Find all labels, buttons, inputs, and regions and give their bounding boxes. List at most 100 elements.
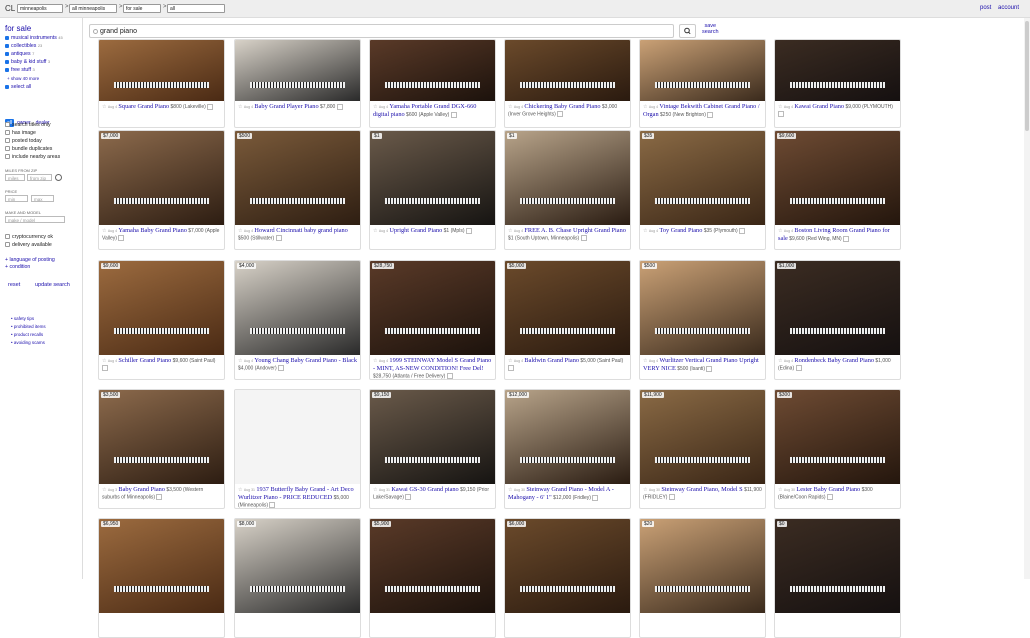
listing-card[interactable]: $4,000 ☆ Aug 4 Young Chang Baby Grand Pia…: [234, 260, 361, 380]
hide-icon[interactable]: [278, 365, 285, 371]
update-search-button[interactable]: update search: [35, 282, 70, 288]
option-bundle-duplicates[interactable]: bundle duplicates: [5, 146, 52, 152]
checkbox-checked[interactable]: [5, 84, 9, 89]
search-input[interactable]: grand piano: [89, 24, 674, 38]
area-select[interactable]: all minneapolis: [69, 4, 117, 13]
subcategory-select[interactable]: all: [167, 4, 225, 13]
listing-photo[interactable]: [775, 519, 900, 613]
hide-icon[interactable]: [446, 373, 453, 379]
listing-photo[interactable]: [370, 390, 495, 484]
search-button[interactable]: [679, 24, 696, 38]
favorite-star-icon[interactable]: ☆: [508, 487, 512, 493]
listing-title-link[interactable]: Baby Grand Player Piano: [254, 103, 318, 110]
listing-photo[interactable]: [775, 261, 900, 355]
listing-card[interactable]: ☆ Aug 4 Vintage Bekwith Cabinet Grand Pi…: [639, 39, 766, 128]
hide-icon[interactable]: [336, 103, 343, 110]
listing-photo[interactable]: [640, 519, 765, 613]
listing-photo[interactable]: [235, 519, 360, 613]
option-delivery[interactable]: delivery available: [5, 242, 52, 248]
page-scrollbar[interactable]: [1024, 18, 1030, 579]
favorite-star-icon[interactable]: ☆: [778, 358, 782, 364]
listing-card[interactable]: $6,950: [98, 518, 225, 638]
listing-photo[interactable]: [235, 40, 360, 101]
listing-photo[interactable]: [235, 131, 360, 225]
avoiding-scams-link[interactable]: • avoiding scams: [11, 340, 45, 345]
listing-photo[interactable]: [640, 390, 765, 484]
listing-title-link[interactable]: FREE A. B. Chase Upright Grand Piano: [524, 227, 625, 234]
listing-photo[interactable]: [640, 131, 765, 225]
language-link[interactable]: + language of posting: [5, 257, 55, 263]
craigslist-logo[interactable]: CL: [5, 4, 15, 13]
hide-icon[interactable]: [557, 111, 564, 117]
option-nearby-areas[interactable]: include nearby areas: [5, 154, 60, 160]
checkbox[interactable]: [5, 234, 10, 240]
post-link[interactable]: post: [980, 5, 991, 11]
listing-photo[interactable]: [640, 40, 765, 101]
listing-photo[interactable]: [99, 390, 224, 484]
category-select[interactable]: for sale: [123, 4, 161, 13]
checkbox-checked[interactable]: [5, 35, 9, 40]
hide-icon[interactable]: [707, 111, 714, 118]
select-all[interactable]: select all: [5, 84, 31, 90]
listing-title-link[interactable]: Upright Grand Piano: [389, 227, 442, 234]
listing-title-link[interactable]: Yamaha Baby Grand Piano: [118, 227, 186, 234]
listing-title-link[interactable]: Young Chang Baby Grand Piano - Black: [254, 357, 357, 364]
listing-card[interactable]: $300 ☆ Aug 30 Lester Baby Grand Piano $30…: [774, 389, 901, 509]
listing-photo[interactable]: [505, 40, 630, 101]
listing-card[interactable]: $500 ☆ Aug 4 Wurlitzer Vertical Grand Pia…: [639, 260, 766, 380]
listing-card[interactable]: ☆ Aug 4 Square Grand Piano $800 (Lakevil…: [98, 39, 225, 128]
listing-photo[interactable]: [775, 390, 900, 484]
zip-input[interactable]: from zip: [27, 174, 52, 181]
favorite-star-icon[interactable]: ☆: [778, 104, 782, 110]
hide-icon[interactable]: [275, 235, 282, 241]
listing-photo[interactable]: [235, 390, 360, 484]
listing-title-link[interactable]: Kawai GS-30 Grand piano: [391, 486, 458, 493]
favorite-star-icon[interactable]: ☆: [238, 358, 242, 364]
favorite-star-icon[interactable]: ☆: [643, 228, 647, 234]
listing-photo[interactable]: [775, 131, 900, 225]
listing-photo[interactable]: [99, 131, 224, 225]
listing-card[interactable]: $7,000 ☆ Aug 4 Yamaha Baby Grand Piano $7…: [98, 130, 225, 250]
scrollbar-thumb[interactable]: [1025, 21, 1029, 131]
listing-photo[interactable]: [640, 261, 765, 355]
show-more-link[interactable]: + show 40 more: [7, 76, 39, 81]
listing-card[interactable]: $1 ☆ Aug 4 Upright Grand Piano $1 (Mpls): [369, 130, 496, 250]
miles-input[interactable]: miles: [5, 174, 25, 181]
favorite-star-icon[interactable]: ☆: [373, 104, 377, 110]
listing-card[interactable]: ☆ Aug 31 1937 Butterfly Baby Grand - Art…: [234, 389, 361, 509]
favorite-star-icon[interactable]: ☆: [102, 104, 106, 110]
listing-card[interactable]: $11,900 ☆ Aug 30 Steinway Grand Piano, Mo…: [639, 389, 766, 509]
listing-title-link[interactable]: Kawai Grand Piano: [794, 103, 844, 110]
listing-card[interactable]: $1,000 ☆ Aug 4 Rondenbeck Baby Grand Pian…: [774, 260, 901, 380]
option-has-image[interactable]: has image: [5, 130, 36, 136]
category-filter[interactable]: baby & kid stuff 3: [5, 59, 50, 65]
hide-icon[interactable]: [668, 494, 675, 500]
prohibited-items-link[interactable]: • prohibited items: [11, 324, 46, 329]
region-select[interactable]: minneapolis: [17, 4, 63, 13]
checkbox-checked[interactable]: [5, 59, 9, 64]
listing-title-link[interactable]: Toy Grand Piano: [659, 227, 702, 234]
listing-photo[interactable]: [505, 131, 630, 225]
listing-card[interactable]: ☆ Aug 4 Baby Grand Player Piano $7,800: [234, 39, 361, 128]
checkbox-checked[interactable]: [5, 67, 9, 72]
listing-card[interactable]: $8,000: [234, 518, 361, 638]
favorite-star-icon[interactable]: ☆: [643, 358, 647, 364]
hide-icon[interactable]: [580, 235, 587, 241]
listing-title-link[interactable]: Schiller Grand Piano: [118, 357, 171, 364]
favorite-star-icon[interactable]: ☆: [778, 228, 782, 234]
listing-photo[interactable]: [370, 40, 495, 101]
favorite-star-icon[interactable]: ☆: [102, 358, 106, 364]
hide-icon[interactable]: [795, 365, 802, 371]
condition-link[interactable]: + condition: [5, 264, 30, 270]
listing-card[interactable]: $1 ☆ Aug 4 FREE A. B. Chase Upright Grand…: [504, 130, 631, 250]
hide-icon[interactable]: [592, 494, 599, 501]
checkbox-checked[interactable]: [5, 43, 9, 48]
option-search-titles[interactable]: search titles only: [5, 122, 51, 128]
listing-card[interactable]: ☆ Aug 4 Kawai Grand Piano $9,000 (PLYMOU…: [774, 39, 901, 128]
listing-title-link[interactable]: Baldwin Grand Piano: [524, 357, 579, 364]
locate-icon[interactable]: [55, 174, 62, 181]
listing-card[interactable]: $35 ☆ Aug 4 Toy Grand Piano $35 (Plymouth…: [639, 130, 766, 250]
hide-icon[interactable]: [207, 103, 214, 110]
listing-card[interactable]: $12,000 ☆ Aug 30 Steinway Grand Piano - M…: [504, 389, 631, 509]
hide-icon[interactable]: [826, 494, 833, 500]
